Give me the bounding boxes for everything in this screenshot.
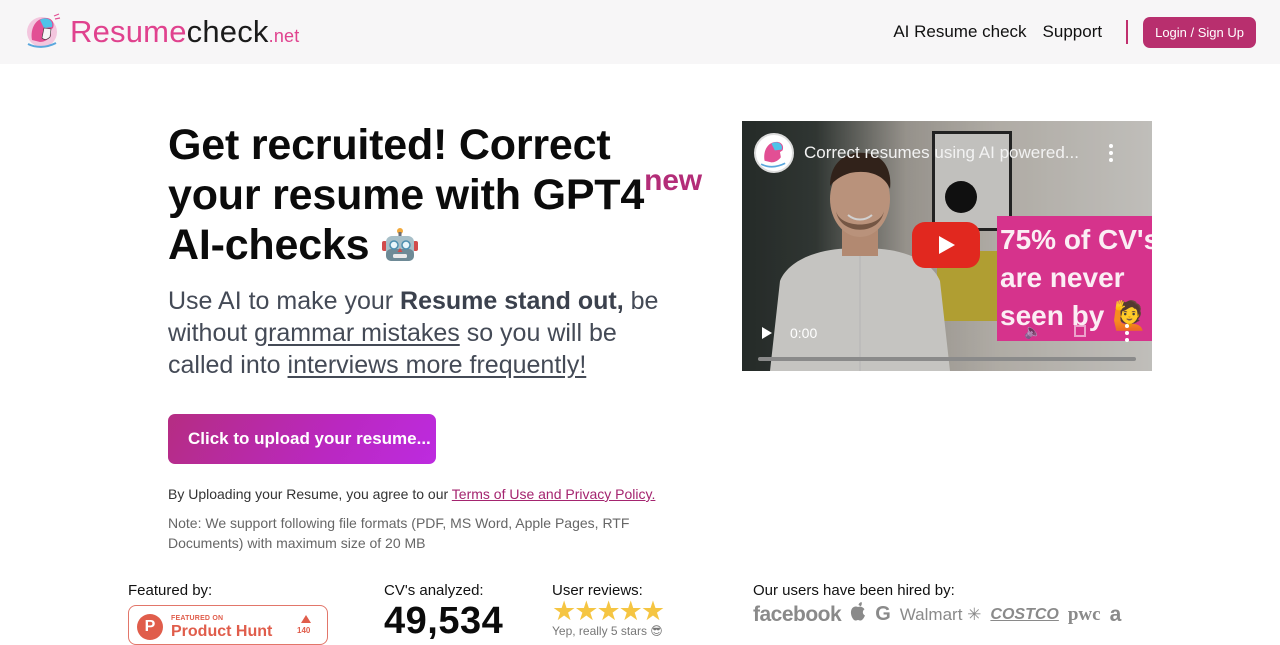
fullscreen-icon[interactable]: [1074, 325, 1086, 337]
product-hunt-icon: P: [137, 614, 163, 640]
hero-title-text-end: AI-checks: [168, 221, 370, 269]
video-caption-line: 75% of CV's: [1000, 224, 1152, 255]
logo-mascot-icon: [22, 10, 64, 52]
new-badge: new: [644, 164, 702, 197]
cv-analyzed-count: 49,534: [384, 600, 504, 642]
nav-support[interactable]: Support: [1043, 22, 1103, 42]
hero-title: Get recruited! Correct your resume with …: [168, 120, 708, 270]
apple-logo: [850, 602, 866, 627]
amazon-logo: a: [1109, 602, 1122, 626]
terms-agreement: By Uploading your Resume, you agree to o…: [168, 486, 655, 502]
video-caption-line: are never: [1000, 262, 1125, 293]
video-controls: 0:00 🔈: [742, 311, 1152, 371]
site-logo[interactable]: Resumecheck.net: [22, 10, 299, 52]
google-logo: G: [875, 603, 891, 625]
ph-name: Product Hunt: [171, 623, 273, 640]
robot-icon: [381, 224, 419, 261]
costco-logo: COSTCO: [990, 605, 1059, 623]
ph-upvote-count: 140: [297, 626, 311, 635]
file-format-note: Note: We support following file formats …: [168, 515, 630, 551]
subtitle-bold: Resume stand out,: [400, 287, 624, 315]
interviews-link[interactable]: interviews more frequently!: [288, 351, 587, 379]
product-hunt-badge[interactable]: P FEATURED ON Product Hunt 140: [128, 605, 328, 645]
star-icon: ★: [596, 596, 620, 626]
featured-by-label: Featured by:: [128, 582, 213, 599]
facebook-logo: facebook: [753, 602, 842, 626]
rating-stars: ★★★★★: [552, 596, 665, 626]
hero-title-text: Get recruited! Correct your resume with …: [168, 121, 645, 219]
main-nav: AI Resume check Support Login / Sign Up: [877, 0, 1256, 64]
star-icon: ★: [574, 596, 598, 626]
top-navbar: Resumecheck.net AI Resume check Support …: [0, 0, 1280, 64]
youtube-video-player[interactable]: 75% of CV's are never seen by 🙋 Correct …: [742, 121, 1152, 371]
logo-text: Resumecheck.net: [70, 16, 299, 47]
controls-more-icon[interactable]: [1124, 323, 1130, 343]
terms-agreement-text: By Uploading your Resume, you agree to o…: [168, 486, 452, 502]
video-progress-bar[interactable]: [758, 357, 1136, 361]
upvote-arrow-icon: [301, 615, 311, 623]
video-title[interactable]: Correct resumes using AI powered...: [804, 143, 1079, 163]
play-icon[interactable]: [762, 327, 772, 339]
video-time: 0:00: [790, 325, 818, 341]
walmart-logo: Walmart ✳: [899, 604, 982, 624]
ph-featured-on: FEATURED ON: [171, 615, 224, 622]
star-icon: ★: [640, 596, 665, 626]
grammar-mistakes-link[interactable]: grammar mistakes: [254, 319, 460, 347]
star-icon: ★: [552, 596, 576, 626]
volume-icon[interactable]: 🔈: [1024, 323, 1041, 340]
login-signup-button[interactable]: Login / Sign Up: [1143, 16, 1256, 48]
terms-privacy-link[interactable]: Terms of Use and Privacy Policy.: [452, 486, 656, 502]
hired-by-label: Our users have been hired by:: [753, 582, 955, 599]
logo-text-net: .net: [268, 25, 300, 46]
nav-ai-resume-check[interactable]: AI Resume check: [893, 22, 1026, 42]
video-more-options-icon[interactable]: [1106, 143, 1116, 163]
hero-subtitle: Use AI to make your Resume stand out, be…: [168, 285, 688, 381]
upload-resume-button[interactable]: Click to upload your resume...: [168, 414, 436, 464]
logo-text-check: check: [186, 13, 269, 49]
youtube-play-button[interactable]: [912, 222, 980, 268]
cv-analyzed-label: CV's analyzed:: [384, 582, 484, 599]
subtitle-text: Use AI to make your: [168, 287, 401, 315]
star-icon: ★: [618, 596, 643, 626]
reviews-note: Yep, really 5 stars 😎: [552, 624, 663, 638]
channel-avatar[interactable]: [754, 133, 794, 173]
employer-logos: facebook G Walmart ✳ COSTCO pwc a: [753, 602, 1130, 627]
nav-divider: [1126, 20, 1129, 44]
logo-text-resume: Resume: [70, 13, 187, 49]
pwc-logo: pwc: [1067, 603, 1101, 625]
